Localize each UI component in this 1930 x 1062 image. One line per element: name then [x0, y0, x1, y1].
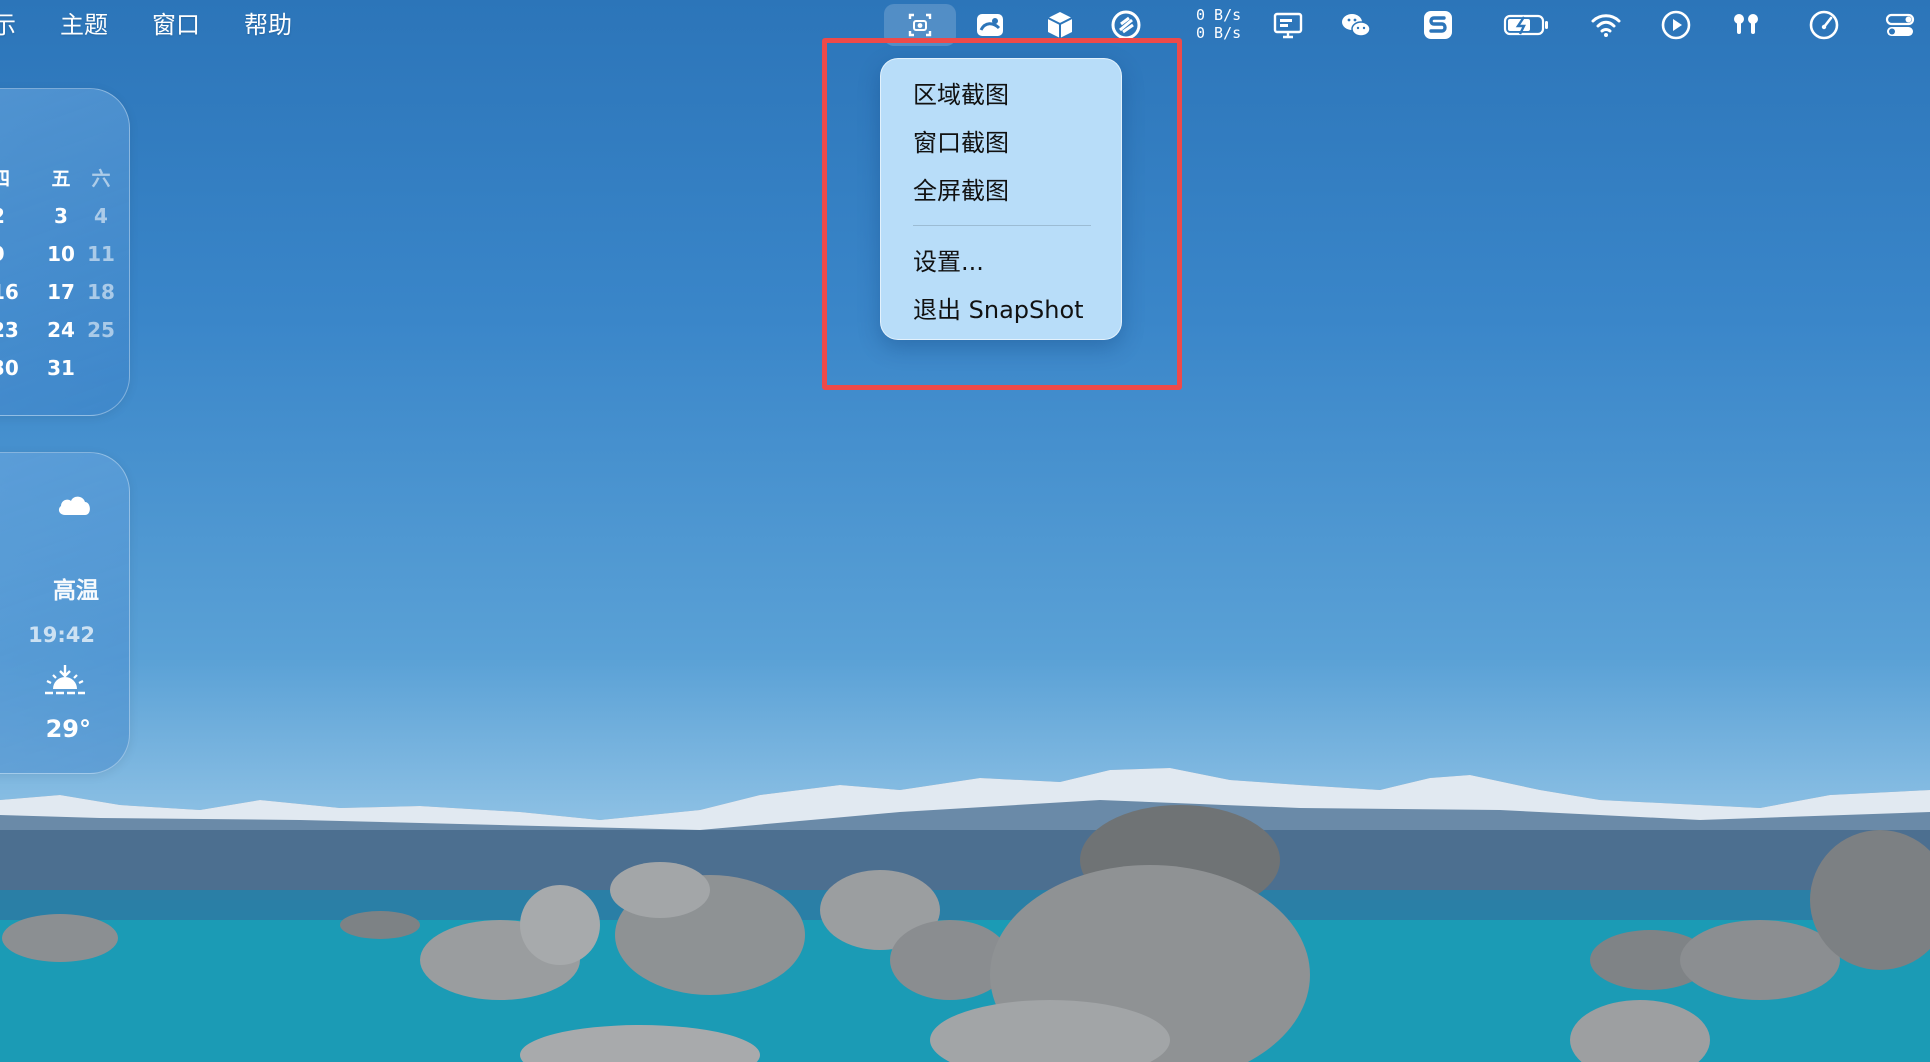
calendar-day: 23	[0, 318, 19, 342]
calendar-day: 16	[0, 280, 19, 304]
network-speed: 0 B/s 0 B/s	[1196, 6, 1241, 42]
calendar-day: 4	[94, 204, 108, 228]
menu-display[interactable]: 示	[0, 0, 38, 50]
calendar-day: 17	[47, 280, 75, 304]
airpods-icon[interactable]	[1726, 6, 1766, 44]
menu-theme[interactable]: 主题	[38, 0, 130, 50]
menu-item-area-screenshot[interactable]: 区域截图	[881, 71, 1121, 119]
control-center-icon[interactable]	[1880, 6, 1920, 44]
weather-temperature: 29°	[45, 715, 91, 743]
net-up-speed: 0 B/s	[1196, 6, 1242, 24]
menu-help[interactable]: 帮助	[222, 0, 314, 50]
snapshot-dropdown-menu: 区域截图 窗口截图 全屏截图 设置... 退出 SnapShot	[880, 58, 1122, 340]
menu-item-settings[interactable]: 设置...	[881, 238, 1121, 286]
s-app-icon[interactable]	[1418, 6, 1458, 44]
calendar-day: 24	[47, 318, 75, 342]
weather-time: 19:42	[28, 623, 95, 647]
weekday-fri: 五	[51, 167, 71, 190]
calendar-day: 10	[47, 242, 75, 266]
wechat-icon[interactable]	[1336, 6, 1376, 44]
speed-gauge-icon[interactable]	[1804, 6, 1844, 44]
net-down-speed: 0 B/s	[1196, 24, 1242, 42]
wifi-icon[interactable]	[1586, 6, 1626, 44]
calendar-day: 9	[0, 235, 41, 273]
calendar-day: 31	[47, 356, 75, 380]
calendar-widget[interactable]: 四 五 六 2 3 4 9 10 11 16 17 18 23 24 25 30…	[0, 88, 130, 416]
calendar-day: 25	[87, 318, 115, 342]
calendar-day: 3	[54, 204, 68, 228]
play-icon[interactable]	[1656, 6, 1696, 44]
calendar-day: 11	[87, 242, 115, 266]
weather-widget[interactable]: 高温 19:42 29°	[0, 452, 130, 774]
calendar-day: 18	[87, 280, 115, 304]
cloud-icon	[58, 496, 90, 515]
weekday-sat: 六	[91, 167, 111, 190]
menu-window[interactable]: 窗口	[130, 0, 222, 50]
menu-item-quit[interactable]: 退出 SnapShot	[881, 286, 1121, 334]
sunset-icon	[45, 665, 85, 695]
menu-separator	[913, 225, 1091, 226]
app-menus: 示 主题 窗口 帮助	[0, 0, 314, 50]
calendar-day: 2	[0, 197, 41, 235]
monitor-icon[interactable]	[1268, 6, 1308, 44]
menu-item-fullscreen-screenshot[interactable]: 全屏截图	[881, 167, 1121, 215]
weather-high-label: 高温	[53, 578, 99, 604]
calendar-day: 30	[0, 356, 19, 380]
battery-charging-icon[interactable]	[1500, 6, 1554, 44]
calendar-day	[81, 349, 121, 387]
menu-item-window-screenshot[interactable]: 窗口截图	[881, 119, 1121, 167]
weekday-thu: 四	[0, 167, 11, 190]
calendar-grid: 四 五 六 2 3 4 9 10 11 16 17 18 23 24 25 30…	[0, 157, 121, 387]
